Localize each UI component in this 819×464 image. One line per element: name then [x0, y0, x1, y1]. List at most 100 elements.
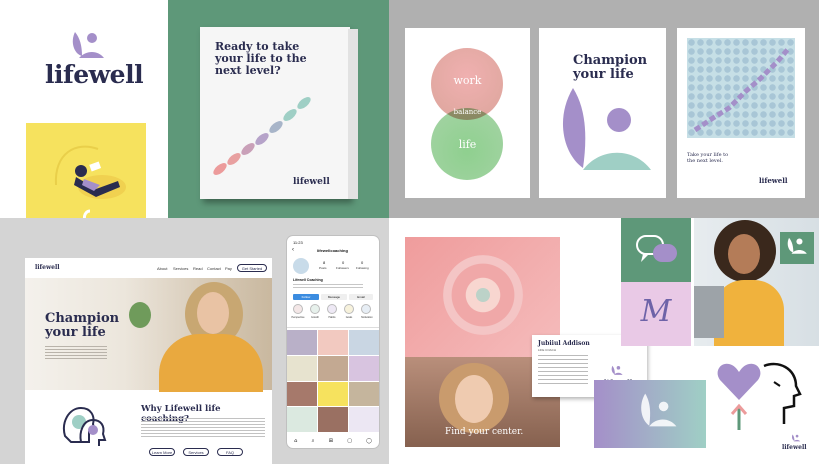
nav-pay[interactable]: Pay [225, 266, 232, 271]
post-tile[interactable] [287, 407, 317, 432]
highlight-label-2: Growth [310, 316, 320, 319]
stat-following-label: Following [356, 266, 369, 270]
post-tile[interactable] [318, 355, 348, 381]
home-icon[interactable]: ⌂ [294, 438, 297, 444]
post-tile[interactable] [287, 355, 317, 381]
footer-logo: lifewell [782, 444, 807, 451]
leaf-vine-icon [213, 97, 311, 175]
monogram-tile: M [621, 282, 691, 346]
website-mockup: lifewell About Services Read Contact Pay… [25, 258, 272, 464]
post-tile[interactable] [349, 381, 379, 407]
laptop-woman-face [728, 234, 760, 274]
gradient-card-figure-icon [641, 393, 677, 427]
hero-headline: Champion your life [45, 311, 120, 340]
poster-pattern: Take your life to the next level. lifewe… [677, 28, 805, 198]
profile-head-icon [763, 362, 802, 424]
logo-wordmark: lifewell [45, 60, 144, 89]
photo-face [455, 375, 493, 423]
story-highlight-1[interactable] [293, 304, 303, 314]
story-highlight-5[interactable] [361, 304, 371, 314]
heart-growth-icon [717, 363, 761, 430]
nav-read[interactable]: Read [193, 266, 203, 271]
nav-cta-button[interactable]: Get Started [237, 264, 267, 272]
profile-avatar[interactable] [293, 258, 309, 274]
highlight-label-4: Goals [345, 316, 353, 319]
nav-services[interactable]: Services [173, 266, 188, 271]
section-copy-lines [141, 418, 265, 438]
learn-more-button[interactable]: Learn More [149, 448, 175, 456]
grid-tab-icon[interactable] [287, 322, 379, 328]
hero-woman-face [197, 292, 229, 334]
profile-handle: lifewellcoaching [317, 248, 348, 253]
site-logo[interactable]: lifewell [35, 264, 60, 271]
services-button[interactable]: Services [183, 448, 209, 456]
chat-tile [621, 218, 691, 282]
footer-logo-mark-icon [791, 434, 801, 442]
email-button[interactable]: Email [349, 294, 373, 300]
post-tile[interactable] [318, 381, 348, 407]
laptop-screen [694, 286, 724, 338]
phone-time: 11:23 [293, 240, 303, 245]
post-tile[interactable] [349, 407, 379, 432]
chat-bubbles-icon [636, 235, 677, 262]
stat-followers-value: 0 [342, 260, 345, 265]
profile-icon[interactable]: ◯ [366, 438, 372, 444]
poster-champion-headline: Champion your life [573, 53, 648, 82]
highlight-label-5: Motivation [361, 316, 373, 319]
post-tile[interactable] [287, 330, 317, 355]
post-tile[interactable] [318, 407, 348, 432]
pattern-logo: lifewell [759, 176, 788, 185]
magazine-spine [348, 29, 358, 199]
back-icon[interactable]: ‹ [292, 247, 294, 253]
nav-contact[interactable]: Contact [207, 266, 221, 271]
venn-label-work: work [453, 74, 482, 87]
story-highlight-3[interactable] [327, 304, 337, 314]
hero-copy-lines [45, 346, 107, 360]
profile-name: Lifewell Coaching [293, 278, 323, 282]
story-highlight-4[interactable] [344, 304, 354, 314]
logo-mark-icon [72, 32, 104, 58]
card-role: LIFE COACH [538, 348, 557, 352]
champion-figure-icon [562, 88, 651, 170]
pattern-caption: Take your life to the next level. [687, 152, 729, 164]
post-tile[interactable] [318, 330, 348, 355]
shop-icon[interactable]: ▢ [347, 438, 352, 444]
post-tile[interactable] [349, 330, 379, 355]
poster-venn: work balance life [405, 28, 530, 198]
card-detail-lines [538, 355, 588, 385]
highlight-label-3: Habits [328, 316, 336, 319]
magazine-headline: Ready to take your life to the next leve… [215, 40, 307, 77]
message-button[interactable]: Message [321, 294, 347, 300]
hero-plant [129, 302, 151, 328]
phone-bottom-bar: ⌂ ⌕ ⊞ ▢ ◯ [287, 434, 379, 448]
pink-dot [476, 288, 490, 302]
stat-posts-value: 8 [323, 260, 326, 265]
highlight-label-1: Perspective [291, 316, 305, 319]
magazine-logo: lifewell [293, 177, 330, 187]
pattern-path-icon [693, 46, 791, 133]
add-post-icon[interactable]: ⊞ [329, 438, 333, 444]
faq-button[interactable]: FAQ [217, 448, 243, 456]
card-logo-mark-icon [611, 365, 623, 375]
post-grid [287, 330, 379, 432]
stat-followers-label: Followers [336, 266, 349, 270]
card-title: Jubiiul Addison [538, 340, 590, 347]
post-tile[interactable] [287, 381, 317, 407]
laptop-woman-shirt [714, 280, 784, 346]
nav-about[interactable]: About [157, 266, 167, 271]
stat-following-value: 0 [361, 260, 364, 265]
leaf-logo-icon [787, 237, 807, 254]
reading-person-illustration-icon [54, 145, 126, 225]
magazine: Ready to take your life to the next leve… [200, 27, 358, 199]
search-icon[interactable]: ⌕ [312, 438, 315, 444]
venn-label-balance: balance [453, 108, 482, 116]
venn-label-life: life [458, 138, 477, 151]
follow-button[interactable]: Follow [293, 294, 319, 300]
phone-mockup: 11:23 ‹ lifewellcoaching 8 0 0 Posts Fol… [287, 236, 379, 448]
hero-woman-sweater [159, 334, 263, 392]
story-highlight-2[interactable] [310, 304, 320, 314]
gradient-card [594, 380, 706, 448]
brand-board: lifewell Ready to take your life to the … [0, 0, 819, 464]
post-tile[interactable] [349, 355, 379, 381]
heads-illustration-icon [63, 406, 107, 446]
